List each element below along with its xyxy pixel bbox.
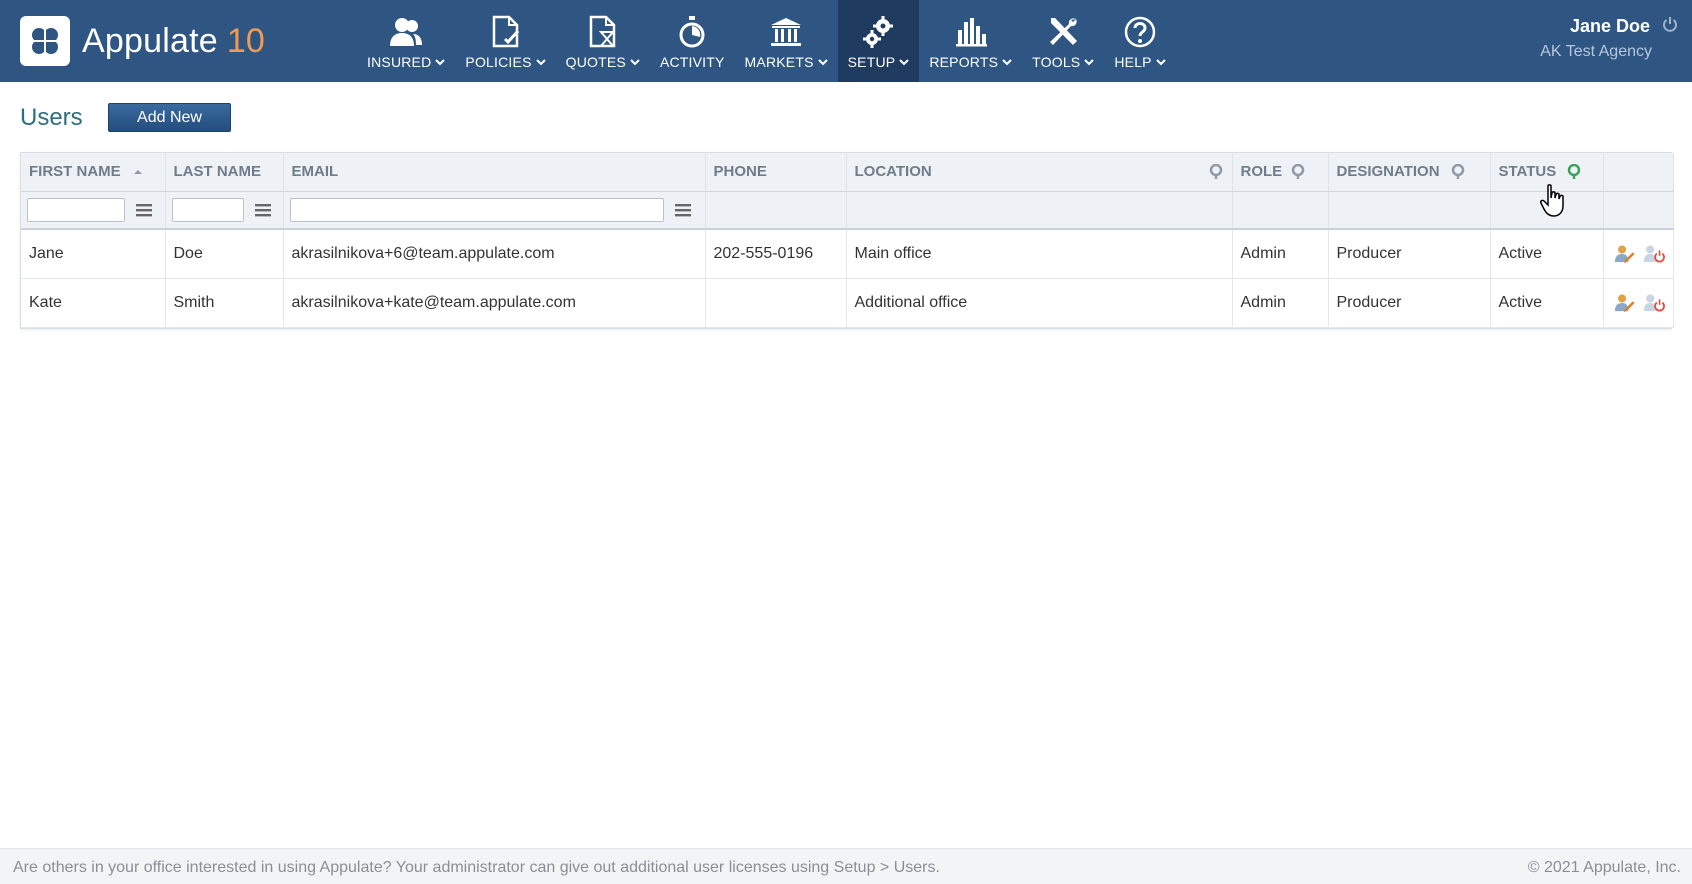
cell-last-name: Doe xyxy=(165,229,284,279)
filter-funnel-icon[interactable] xyxy=(1450,163,1466,180)
footer-copyright: © 2021 Appulate, Inc. xyxy=(1527,859,1681,876)
last-name-filter-input[interactable] xyxy=(171,197,244,222)
cell-designation: Producer xyxy=(1328,278,1491,328)
chevron-down-icon xyxy=(899,59,910,66)
cell-phone xyxy=(705,278,847,328)
page-title: Users xyxy=(20,104,83,131)
filter-menu-icon[interactable] xyxy=(135,202,153,218)
nav-activity[interactable]: ACTIVITY xyxy=(650,0,735,82)
cell-location: Additional office xyxy=(846,278,1233,328)
column-header-email[interactable]: EMAIL xyxy=(283,153,706,192)
edit-user-icon[interactable] xyxy=(1614,292,1636,314)
users-grid: FIRST NAME LAST NAME EMAIL PHONE LOCATIO… xyxy=(20,152,1674,329)
insured-icon xyxy=(388,14,424,50)
clover-logo-icon xyxy=(20,16,70,66)
cell-location: Main office xyxy=(846,229,1233,279)
logout-power-icon[interactable] xyxy=(1662,16,1678,37)
chevron-down-icon xyxy=(630,59,640,66)
nav-reports[interactable]: REPORTS xyxy=(919,0,1022,82)
nav-setup[interactable]: SETUP xyxy=(837,0,920,82)
table-row[interactable]: Jane Doe akrasilnikova+6@team.appulate.c… xyxy=(21,229,1674,279)
column-header-phone[interactable]: PHONE xyxy=(705,153,847,192)
deactivate-user-icon[interactable] xyxy=(1643,292,1665,314)
cell-status: Active xyxy=(1490,229,1604,279)
help-question-icon xyxy=(1122,14,1158,50)
hand-cursor-icon xyxy=(1540,184,1564,217)
column-header-role[interactable]: ROLE xyxy=(1232,153,1329,192)
app-logo[interactable]: Appulate 10 xyxy=(20,16,265,66)
cell-phone: 202-555-0196 xyxy=(705,229,847,279)
filter-funnel-active-icon[interactable] xyxy=(1566,163,1582,180)
column-header-location[interactable]: LOCATION xyxy=(846,153,1233,192)
cell-email: akrasilnikova+6@team.appulate.com xyxy=(283,229,706,279)
top-header: Appulate 10 INSURED POLICIES QUOTES ACTI… xyxy=(0,0,1692,82)
header-row: FIRST NAME LAST NAME EMAIL PHONE LOCATIO… xyxy=(21,153,1674,192)
filter-funnel-icon[interactable] xyxy=(1208,163,1224,180)
chevron-down-icon xyxy=(1084,59,1095,66)
nav-markets[interactable]: MARKETS xyxy=(735,0,838,82)
reports-bar-chart-icon xyxy=(953,14,989,50)
deactivate-user-icon[interactable] xyxy=(1643,243,1665,265)
email-filter-input[interactable] xyxy=(289,197,664,222)
chevron-down-icon xyxy=(1002,59,1012,66)
nav-tools[interactable]: TOOLS xyxy=(1022,0,1104,82)
filter-menu-icon[interactable] xyxy=(674,202,692,218)
filter-menu-icon[interactable] xyxy=(254,202,272,218)
cell-first-name: Kate xyxy=(21,278,166,328)
nav-policies[interactable]: POLICIES xyxy=(455,0,555,82)
setup-gears-icon xyxy=(860,14,896,50)
main-nav: INSURED POLICIES QUOTES ACTIVITY MARKETS… xyxy=(357,0,1176,82)
footer-message: Are others in your office interested in … xyxy=(13,859,940,876)
footer: Are others in your office interested in … xyxy=(0,848,1692,884)
cell-role: Admin xyxy=(1232,229,1329,279)
markets-icon xyxy=(768,14,804,50)
cell-email: akrasilnikova+kate@team.appulate.com xyxy=(283,278,706,328)
chevron-down-icon xyxy=(535,59,546,66)
tools-wrench-screwdriver-icon xyxy=(1045,14,1081,50)
nav-insured[interactable]: INSURED xyxy=(357,0,455,82)
app-name: Appulate 10 xyxy=(82,21,266,60)
cell-last-name: Smith xyxy=(165,278,284,328)
chevron-down-icon xyxy=(817,59,828,66)
edit-user-icon[interactable] xyxy=(1614,243,1636,265)
table-row[interactable]: Kate Smith akrasilnikova+kate@team.appul… xyxy=(21,278,1674,328)
filter-row xyxy=(21,191,1674,230)
column-header-first-name[interactable]: FIRST NAME xyxy=(21,153,166,192)
activity-icon xyxy=(674,14,710,50)
chevron-down-icon xyxy=(435,59,446,66)
quotes-icon xyxy=(585,14,621,50)
cell-role: Admin xyxy=(1232,278,1329,328)
chevron-down-icon xyxy=(1156,59,1166,66)
cell-status: Active xyxy=(1490,278,1604,328)
filter-funnel-icon[interactable] xyxy=(1290,163,1306,180)
cell-designation: Producer xyxy=(1328,229,1491,279)
user-area: Jane Doe AK Test Agency xyxy=(1540,16,1678,61)
column-header-actions xyxy=(1603,153,1674,192)
nav-quotes[interactable]: QUOTES xyxy=(556,0,650,82)
column-header-last-name[interactable]: LAST NAME xyxy=(165,153,284,192)
cell-actions xyxy=(1603,229,1674,279)
user-name[interactable]: Jane Doe xyxy=(1570,16,1650,37)
nav-help[interactable]: HELP xyxy=(1104,0,1175,82)
cell-actions xyxy=(1603,278,1674,328)
add-new-button[interactable]: Add New xyxy=(108,103,231,132)
cell-first-name: Jane xyxy=(21,229,166,279)
column-header-designation[interactable]: DESIGNATION xyxy=(1328,153,1491,192)
policies-icon xyxy=(488,14,524,50)
agency-name: AK Test Agency xyxy=(1540,43,1652,60)
first-name-filter-input[interactable] xyxy=(27,197,125,222)
sort-asc-icon xyxy=(133,169,142,174)
